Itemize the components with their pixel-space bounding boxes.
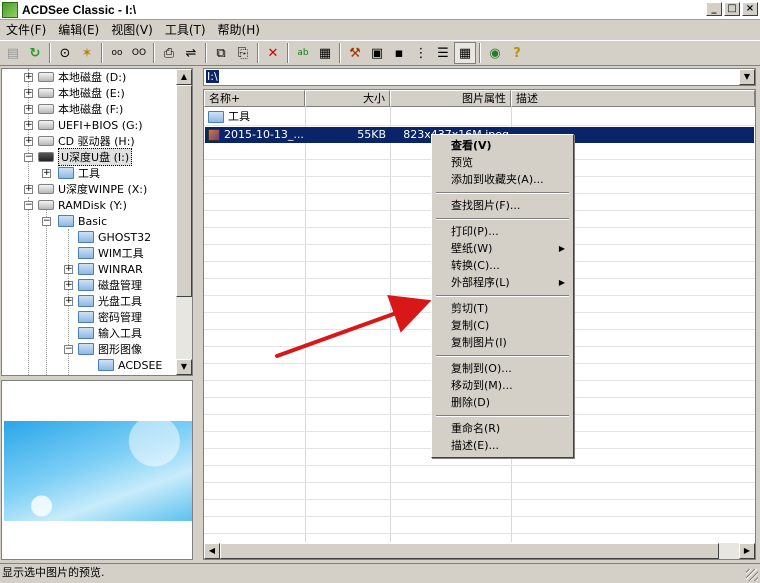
menu-item-copy[interactable]: 复制(C)	[434, 317, 571, 334]
arrow-line	[275, 295, 432, 358]
menu-item-copy-to[interactable]: 复制到(O)...	[434, 360, 571, 377]
menu-item-preview[interactable]: 预览	[434, 154, 571, 171]
submenu-arrow-icon: ▶	[558, 244, 565, 253]
context-menu: 查看(V) 预览 添加到收藏夹(A)... 查找图片(F)... 打印(P)..…	[431, 134, 574, 458]
menu-separator	[436, 415, 569, 417]
menu-separator	[436, 355, 569, 357]
menu-item-wallpaper[interactable]: 壁纸(W) ▶	[434, 240, 571, 257]
menu-item-view[interactable]: 查看(V)	[434, 137, 571, 154]
menu-item-print[interactable]: 打印(P)...	[434, 223, 571, 240]
menu-separator	[436, 295, 569, 297]
menu-item-label: 外部程序(L)	[451, 276, 510, 289]
submenu-arrow-icon: ▶	[558, 278, 565, 287]
menu-item-move-to[interactable]: 移动到(M)...	[434, 377, 571, 394]
menu-item-convert[interactable]: 转换(C)...	[434, 257, 571, 274]
red-arrow-annotation	[275, 295, 432, 358]
menu-item-rename[interactable]: 重命名(R)	[434, 420, 571, 437]
menu-item-label: 壁纸(W)	[451, 242, 493, 255]
menu-item-copy-image[interactable]: 复制图片(I)	[434, 334, 571, 351]
menu-item-description[interactable]: 描述(E)...	[434, 437, 571, 454]
menu-item-external-program[interactable]: 外部程序(L) ▶	[434, 274, 571, 291]
menu-item-add-favorites[interactable]: 添加到收藏夹(A)...	[434, 171, 571, 188]
menu-item-delete[interactable]: 删除(D)	[434, 394, 571, 411]
menu-item-cut[interactable]: 剪切(T)	[434, 300, 571, 317]
menu-separator	[436, 192, 569, 194]
menu-item-find-images[interactable]: 查找图片(F)...	[434, 197, 571, 214]
menu-separator	[436, 218, 569, 220]
